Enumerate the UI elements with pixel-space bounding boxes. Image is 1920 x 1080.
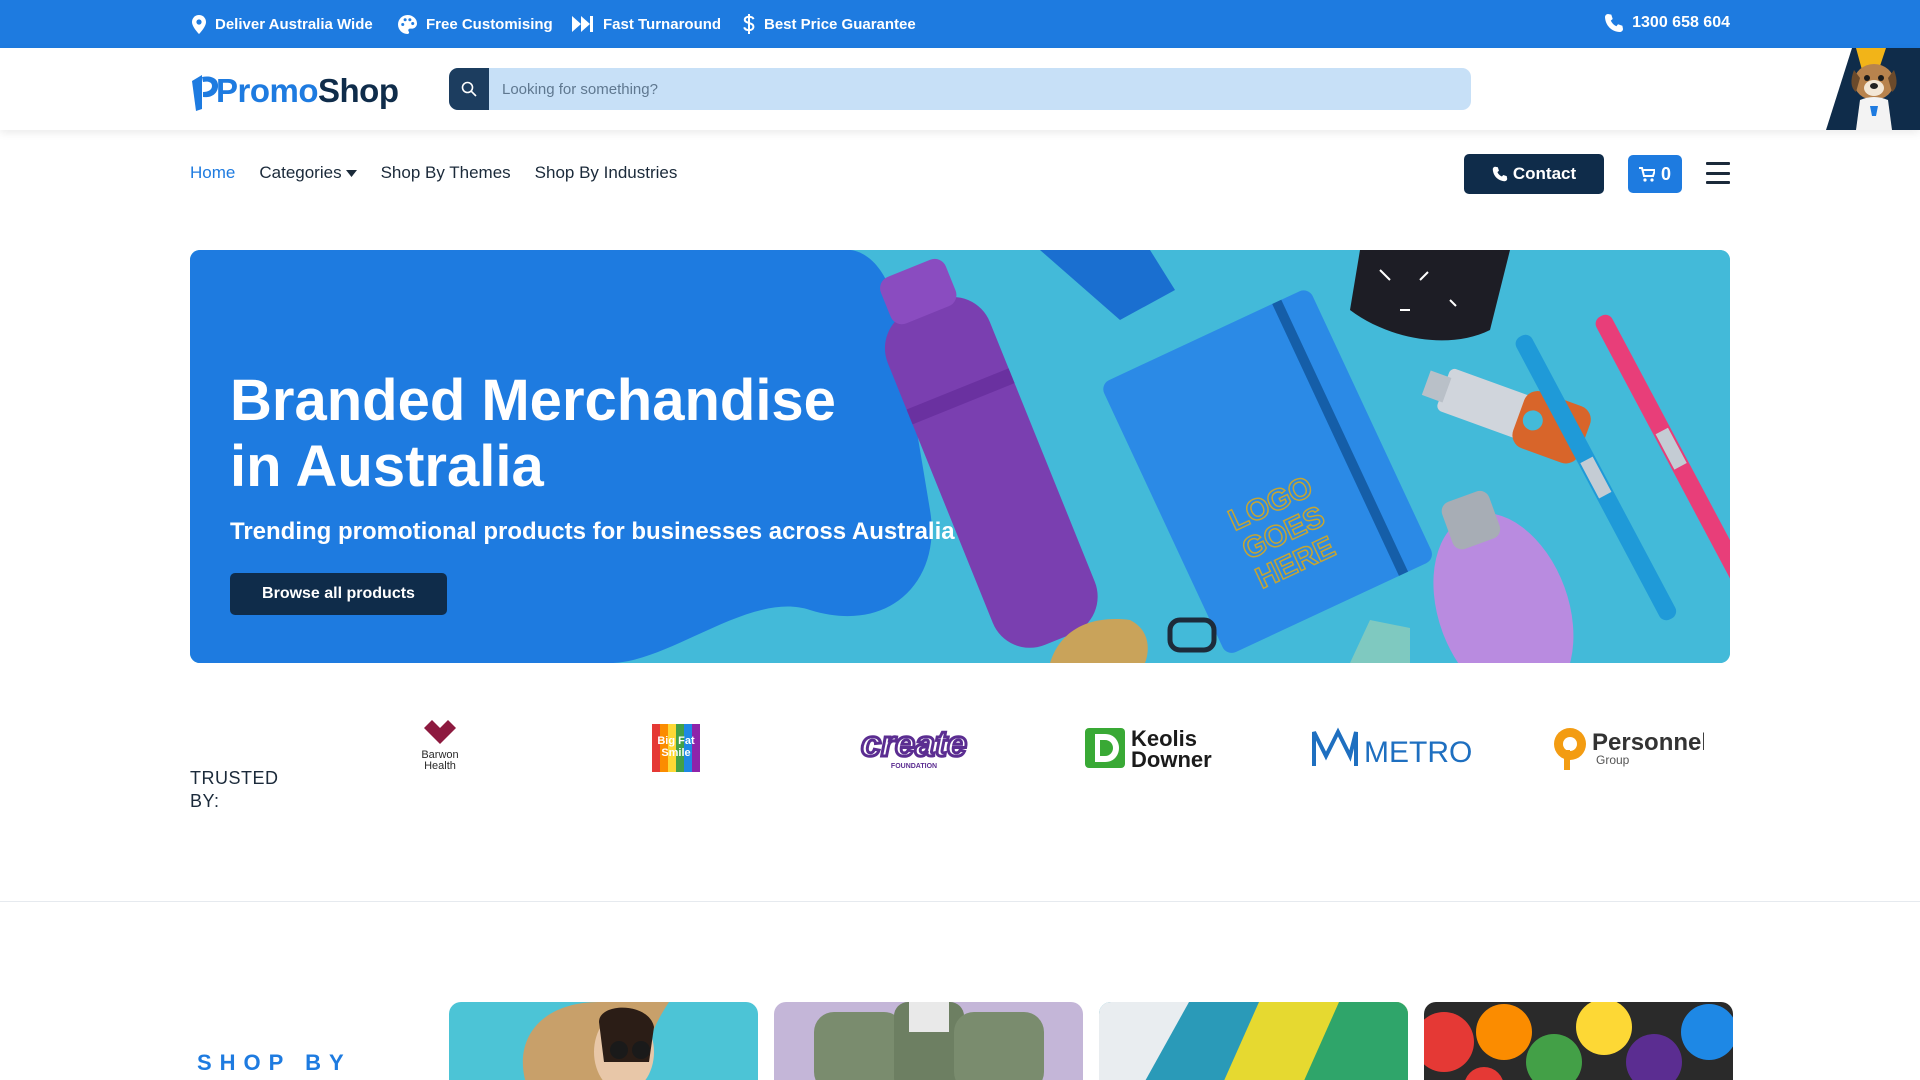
brand-line2: FOUNDATION xyxy=(891,763,937,770)
phone-link[interactable]: 1300 658 604 xyxy=(1604,0,1730,45)
cart-icon xyxy=(1638,166,1655,182)
brand-line2: Smile xyxy=(661,747,690,759)
search-button[interactable] xyxy=(449,68,489,110)
usp-customising: Free Customising xyxy=(398,0,553,48)
map-pin-icon xyxy=(192,14,206,34)
cart-button[interactable]: 0 xyxy=(1628,155,1682,193)
brand-create-foundation-logo: create FOUNDATION xyxy=(851,718,977,778)
brand-line1: Big Fat xyxy=(657,735,695,747)
brand-barwon-health-logo: Barwon Health xyxy=(400,718,480,778)
logo-promo-text: Promo xyxy=(216,72,319,109)
brand-metro-logo: METRO xyxy=(1310,718,1472,778)
cart-count: 0 xyxy=(1660,163,1671,184)
menu-line xyxy=(1706,171,1730,175)
search-bar xyxy=(449,68,1471,110)
nav-shop-by-themes[interactable]: Shop By Themes xyxy=(381,163,511,183)
logo-shop-text: Shop xyxy=(318,72,399,109)
dollar-icon xyxy=(743,14,755,34)
phone-icon xyxy=(1492,166,1508,182)
nav-categories[interactable]: Categories xyxy=(259,163,357,183)
mascot-dog-image xyxy=(1826,48,1920,130)
usp-label: Free Customising xyxy=(426,15,553,33)
trusted-by-label: TRUSTED BY: xyxy=(190,768,279,811)
hero-title-line1: Branded Merchandise xyxy=(230,368,836,433)
brand-line2: Downer xyxy=(1131,747,1212,772)
menu-line xyxy=(1706,162,1730,165)
brand-big-fat-smile-logo: Big Fat Smile xyxy=(650,718,704,778)
nav-home[interactable]: Home xyxy=(190,163,235,183)
category-card-drinkware[interactable] xyxy=(774,1002,1083,1080)
brand-personnel-group-logo: Personnel Group xyxy=(1552,718,1704,778)
brand-line1: create xyxy=(861,723,967,764)
browse-all-products-button[interactable]: Browse all products xyxy=(230,573,447,615)
usp-label: Deliver Australia Wide xyxy=(215,15,373,33)
hero-title: Branded Merchandise in Australia xyxy=(230,368,990,500)
category-card-confectionery[interactable] xyxy=(1424,1002,1733,1080)
search-input[interactable] xyxy=(489,68,1471,110)
contact-label: Contact xyxy=(1512,164,1577,183)
usp-label: Fast Turnaround xyxy=(603,15,722,33)
usp-label: Best Price Guarantee xyxy=(764,15,916,33)
caret-down-icon xyxy=(345,169,357,177)
shop-by-heading: SHOP BY xyxy=(197,1050,352,1075)
main-nav: Home Categories Shop By Themes Shop By I… xyxy=(190,160,701,186)
hamburger-menu-button[interactable] xyxy=(1706,162,1730,184)
site-header: Promo Shop xyxy=(0,48,1920,130)
brand-line2: Group xyxy=(1596,753,1630,767)
phone-number: 1300 658 604 xyxy=(1632,13,1730,31)
category-card-tech[interactable] xyxy=(1099,1002,1408,1080)
brand-line2: Health xyxy=(424,760,456,772)
brand-keolis-downer-logo: Keolis Downer xyxy=(1083,718,1223,778)
hero-title-line2: in Australia xyxy=(230,434,544,499)
nav-categories-label: Categories xyxy=(259,163,342,182)
category-card-fashion[interactable] xyxy=(449,1002,758,1080)
palette-icon xyxy=(398,14,417,34)
fast-forward-icon xyxy=(572,16,593,32)
brand-line1: Personnel xyxy=(1592,729,1704,756)
promoshop-logo[interactable]: Promo Shop xyxy=(190,68,399,114)
usp-price: Best Price Guarantee xyxy=(743,0,916,48)
hero-subtitle: Trending promotional products for busine… xyxy=(230,518,955,545)
section-divider xyxy=(0,901,1920,902)
brand-line1: METRO xyxy=(1364,736,1472,769)
search-icon xyxy=(461,81,477,97)
nav-shop-by-industries[interactable]: Shop By Industries xyxy=(535,163,678,183)
phone-icon xyxy=(1605,13,1624,32)
menu-line xyxy=(1706,181,1730,184)
contact-button[interactable]: Contact xyxy=(1464,154,1604,194)
usp-turnaround: Fast Turnaround xyxy=(572,0,721,48)
top-bar: Deliver Australia Wide Free Customising … xyxy=(0,0,1920,48)
usp-delivery: Deliver Australia Wide xyxy=(192,0,373,48)
hero-banner: LOGO GOES HERE Branded Merchandise in Au… xyxy=(190,250,1730,663)
